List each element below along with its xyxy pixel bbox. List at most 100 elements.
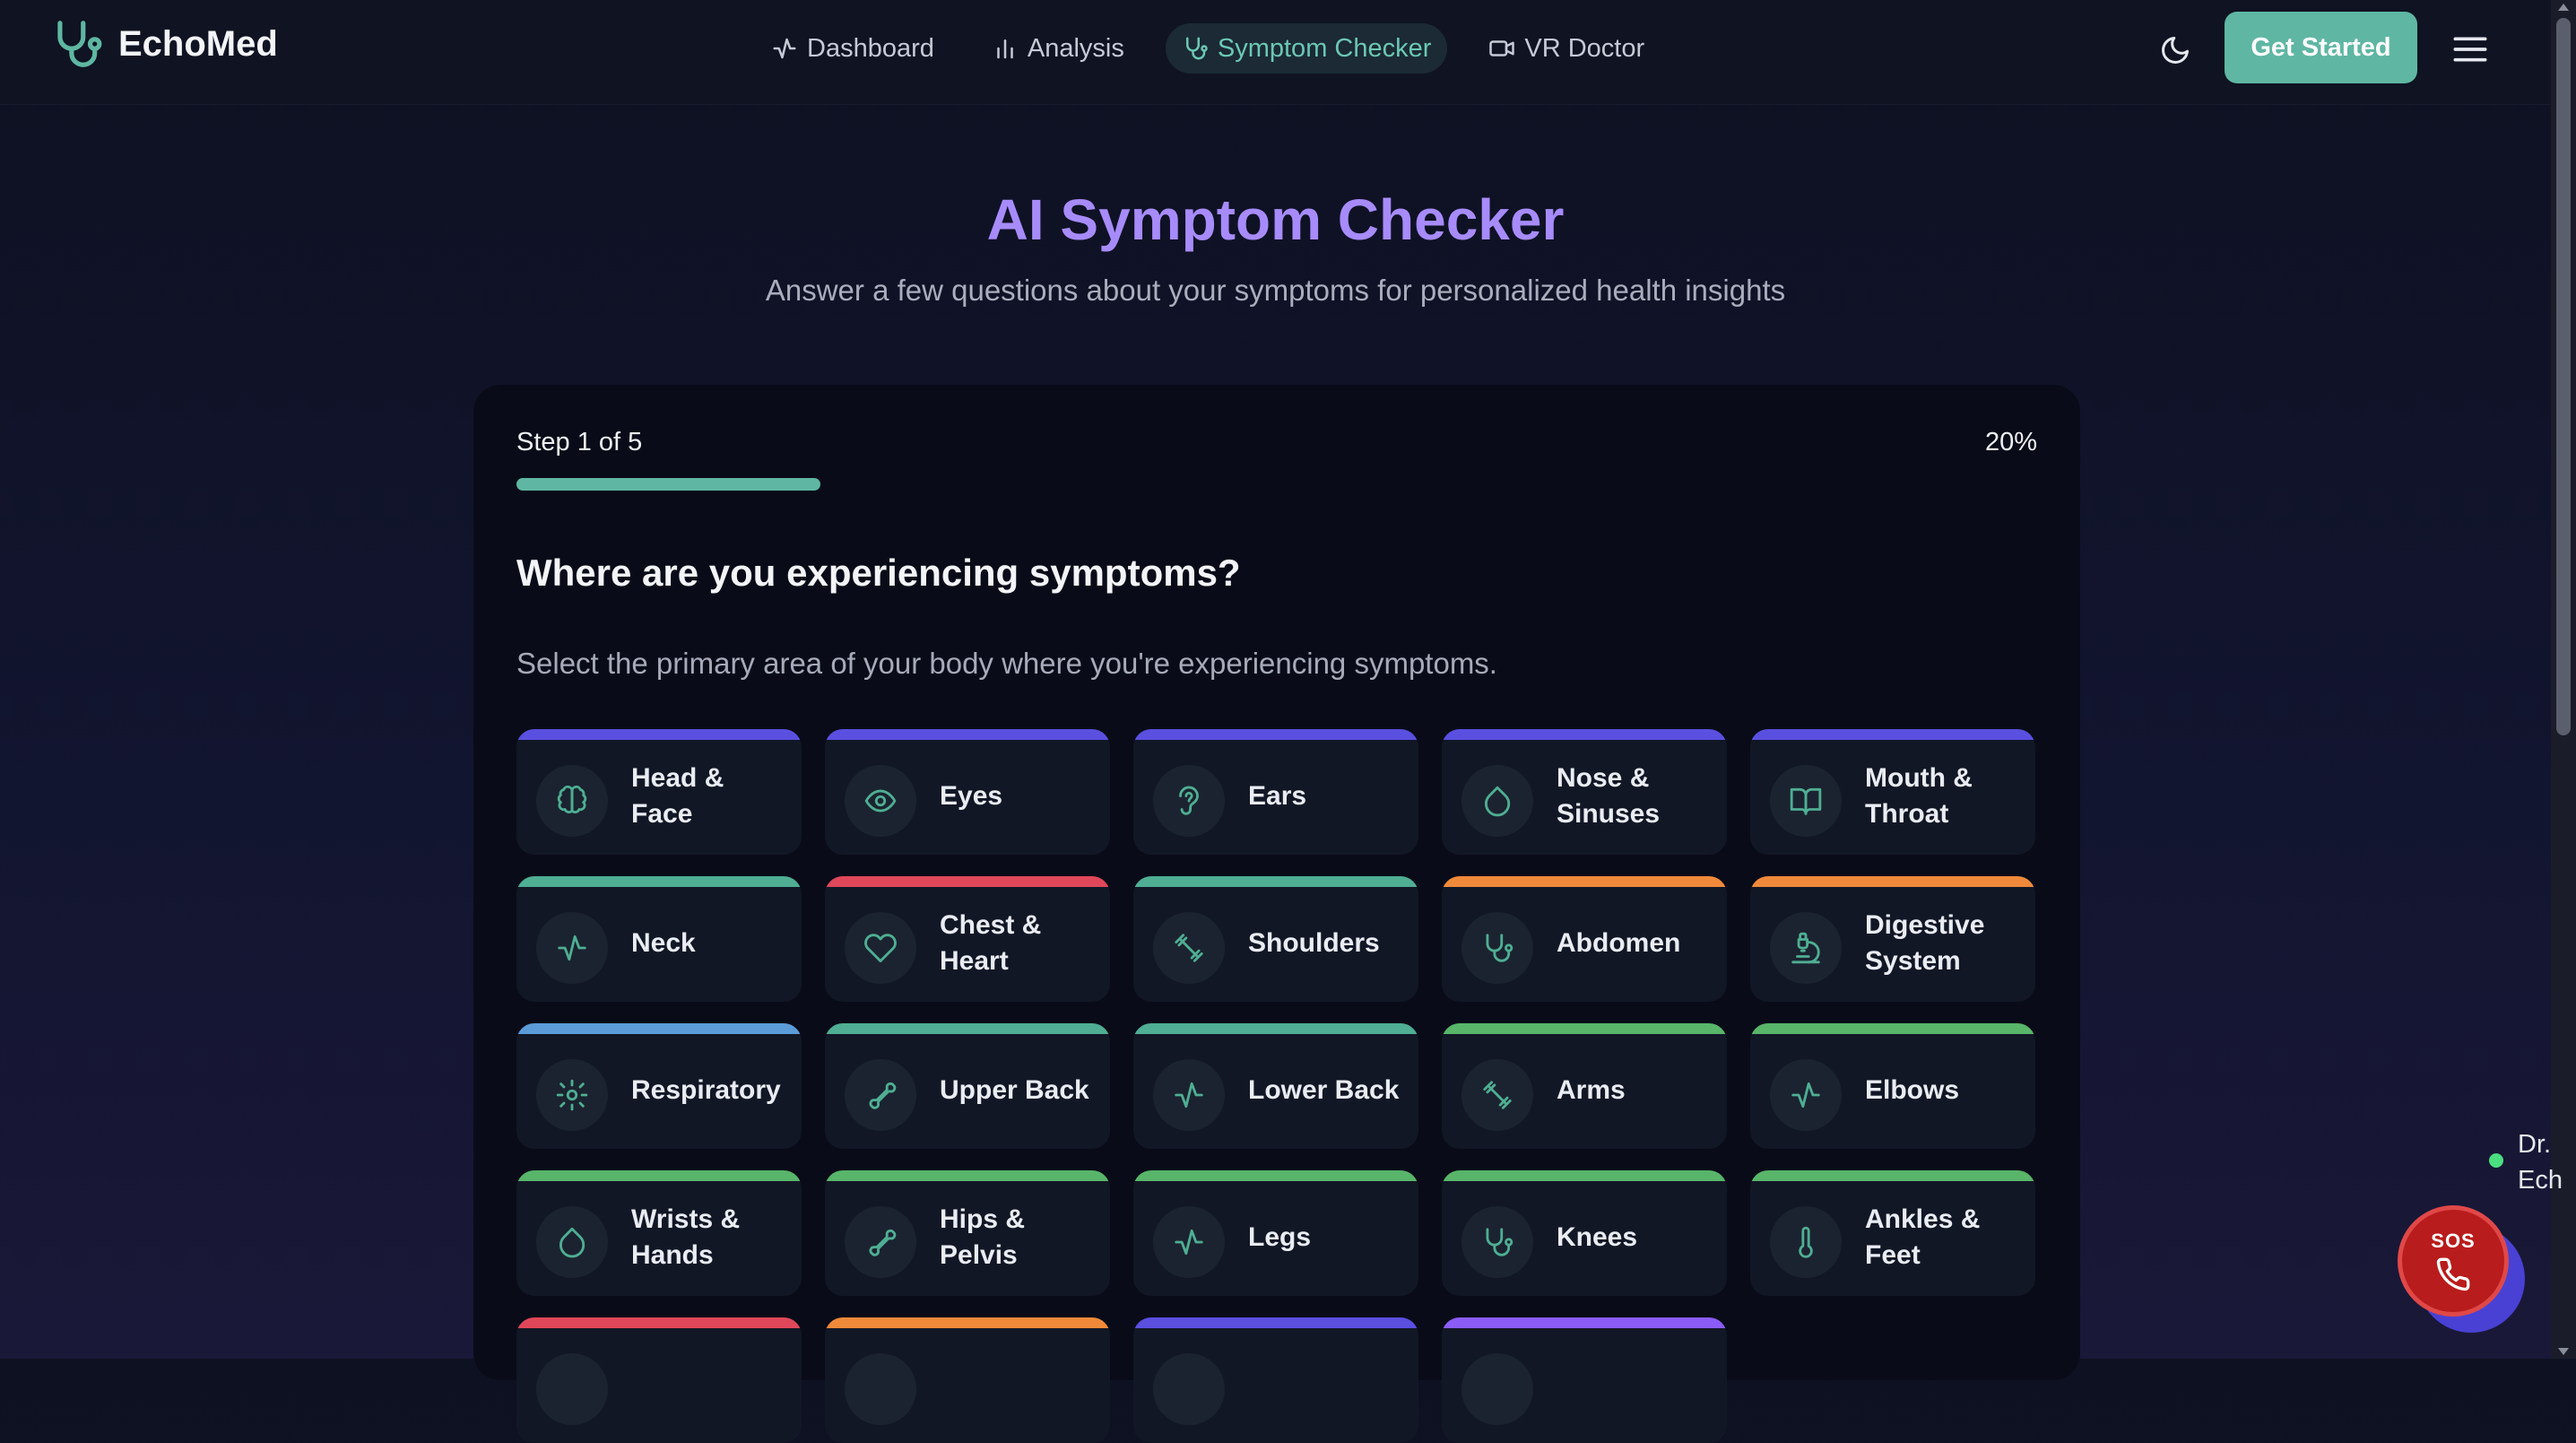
nav-analysis[interactable]: Analysis xyxy=(976,23,1141,74)
heart-icon xyxy=(845,912,916,984)
body-area-label xyxy=(1557,1317,1713,1443)
body-area-label: Legs xyxy=(1248,1222,1312,1252)
main-nav: Dashboard Analysis Symptom Checker VR Do… xyxy=(755,23,1661,74)
menu-button[interactable] xyxy=(2448,27,2493,72)
get-started-button[interactable]: Get Started xyxy=(2225,12,2417,83)
scroll-down-arrow[interactable] xyxy=(2558,1348,2569,1355)
question-heading: Where are you experiencing symptoms? xyxy=(516,552,1241,594)
dumbbell-icon xyxy=(1153,912,1225,984)
stethoscope-icon xyxy=(1461,912,1533,984)
body-area-ears[interactable]: Ears xyxy=(1133,729,1418,855)
body-area-arms[interactable]: Arms xyxy=(1442,1023,1727,1149)
brand-logo-link[interactable]: EchoMed xyxy=(48,16,278,72)
body-area-lower-back[interactable]: Lower Back xyxy=(1133,1023,1418,1149)
body-area-digestive-system[interactable]: Digestive System xyxy=(1750,876,2035,1002)
body-area-label: Ankles & Feet xyxy=(1865,1204,1981,1270)
body-area-shoulders[interactable]: Shoulders xyxy=(1133,876,1418,1002)
activity-icon xyxy=(1153,1206,1225,1278)
video-icon xyxy=(1488,35,1515,62)
step-label: Step 1 of 5 xyxy=(516,428,643,456)
activity-icon xyxy=(1153,1059,1225,1131)
thermometer-icon xyxy=(1770,1206,1842,1278)
tile-icon-placeholder xyxy=(845,1353,916,1425)
nav-symptom-checker[interactable]: Symptom Checker xyxy=(1165,23,1448,74)
body-area-neck[interactable]: Neck xyxy=(516,876,802,1002)
body-area-label: Arms xyxy=(1557,1075,1626,1105)
body-area-head-and-face[interactable]: Head & Face xyxy=(516,729,802,855)
body-area-label: Elbows xyxy=(1865,1075,1960,1105)
eye-icon xyxy=(845,765,916,837)
tile-icon-placeholder xyxy=(1153,1353,1225,1425)
scrollbar-thumb[interactable] xyxy=(2556,18,2571,735)
assistant-name-line2: Ech xyxy=(2518,1166,2563,1195)
body-area-wrists-and-hands[interactable]: Wrists & Hands xyxy=(516,1170,802,1296)
symptom-checker-card: Step 1 of 5 20% Where are you experienci… xyxy=(473,385,2080,1443)
body-area-area-20[interactable] xyxy=(516,1317,802,1443)
nav-vr-doctor[interactable]: VR Doctor xyxy=(1472,23,1661,74)
body-area-label: Digestive System xyxy=(1865,910,1985,976)
question-instruction: Select the primary area of your body whe… xyxy=(516,647,1497,680)
stethoscope-icon xyxy=(1182,35,1209,62)
body-area-label xyxy=(940,1317,1096,1443)
droplet-icon xyxy=(536,1206,608,1278)
progress-bar xyxy=(516,478,2037,491)
brain-icon xyxy=(536,765,608,837)
activity-icon xyxy=(771,35,798,62)
nav-dashboard[interactable]: Dashboard xyxy=(755,23,950,74)
stethoscope-icon xyxy=(1461,1206,1533,1278)
body-area-label: Upper Back xyxy=(940,1075,1089,1105)
activity-icon xyxy=(1770,1059,1842,1131)
bone-icon xyxy=(845,1206,916,1278)
bone-icon xyxy=(845,1059,916,1131)
body-area-label: Chest & Heart xyxy=(940,910,1042,976)
nav-symptom-checker-label: Symptom Checker xyxy=(1217,33,1432,63)
body-area-area-22[interactable] xyxy=(1133,1317,1418,1443)
body-area-label: Mouth & Throat xyxy=(1865,763,1973,829)
body-area-label: Neck xyxy=(631,928,696,958)
body-area-area-21[interactable] xyxy=(825,1317,1110,1443)
body-area-label xyxy=(631,1317,787,1443)
body-area-label xyxy=(1248,1317,1404,1443)
hamburger-menu-icon xyxy=(2452,34,2488,65)
body-area-upper-back[interactable]: Upper Back xyxy=(825,1023,1110,1149)
gear-icon xyxy=(536,1059,608,1131)
sos-label: SOS xyxy=(2431,1230,2476,1252)
body-area-label: Lower Back xyxy=(1248,1075,1400,1105)
body-area-label: Wrists & Hands xyxy=(631,1204,741,1270)
book-open-icon xyxy=(1770,765,1842,837)
body-area-area-23[interactable] xyxy=(1442,1317,1727,1443)
theme-toggle-button[interactable] xyxy=(2150,25,2200,75)
activity-icon xyxy=(536,912,608,984)
body-area-label: Eyes xyxy=(940,781,1003,811)
body-area-label: Nose & Sinuses xyxy=(1557,763,1661,829)
body-area-label: Abdomen xyxy=(1557,928,1681,958)
stethoscope-logo-icon xyxy=(48,16,104,72)
top-navbar: EchoMed Dashboard Analysis Symptom Check… xyxy=(0,0,2551,105)
nav-dashboard-label: Dashboard xyxy=(807,33,934,63)
sos-button[interactable]: SOS xyxy=(2398,1205,2509,1317)
body-area-elbows[interactable]: Elbows xyxy=(1750,1023,2035,1149)
progress-fill xyxy=(516,478,821,491)
step-percent: 20% xyxy=(1984,428,2037,456)
body-area-label: Head & Face xyxy=(631,763,724,829)
tile-icon-placeholder xyxy=(536,1353,608,1425)
body-area-label: Knees xyxy=(1557,1222,1638,1252)
body-area-respiratory[interactable]: Respiratory xyxy=(516,1023,802,1149)
nav-vr-doctor-label: VR Doctor xyxy=(1524,33,1645,63)
bar-chart-icon xyxy=(992,35,1019,62)
body-area-hips-and-pelvis[interactable]: Hips & Pelvis xyxy=(825,1170,1110,1296)
body-area-eyes[interactable]: Eyes xyxy=(825,729,1110,855)
ear-icon xyxy=(1153,765,1225,837)
scroll-up-arrow[interactable] xyxy=(2558,4,2569,11)
body-area-nose-and-sinuses[interactable]: Nose & Sinuses xyxy=(1442,729,1727,855)
page-subtitle: Answer a few questions about your sympto… xyxy=(765,274,1786,307)
body-area-chest-and-heart[interactable]: Chest & Heart xyxy=(825,876,1110,1002)
body-area-label: Shoulders xyxy=(1248,928,1380,958)
body-area-legs[interactable]: Legs xyxy=(1133,1170,1418,1296)
body-area-knees[interactable]: Knees xyxy=(1442,1170,1727,1296)
dumbbell-icon xyxy=(1461,1059,1533,1131)
brand-name: EchoMed xyxy=(118,23,278,64)
body-area-mouth-and-throat[interactable]: Mouth & Throat xyxy=(1750,729,2035,855)
body-area-abdomen[interactable]: Abdomen xyxy=(1442,876,1727,1002)
body-area-ankles-and-feet[interactable]: Ankles & Feet xyxy=(1750,1170,2035,1296)
